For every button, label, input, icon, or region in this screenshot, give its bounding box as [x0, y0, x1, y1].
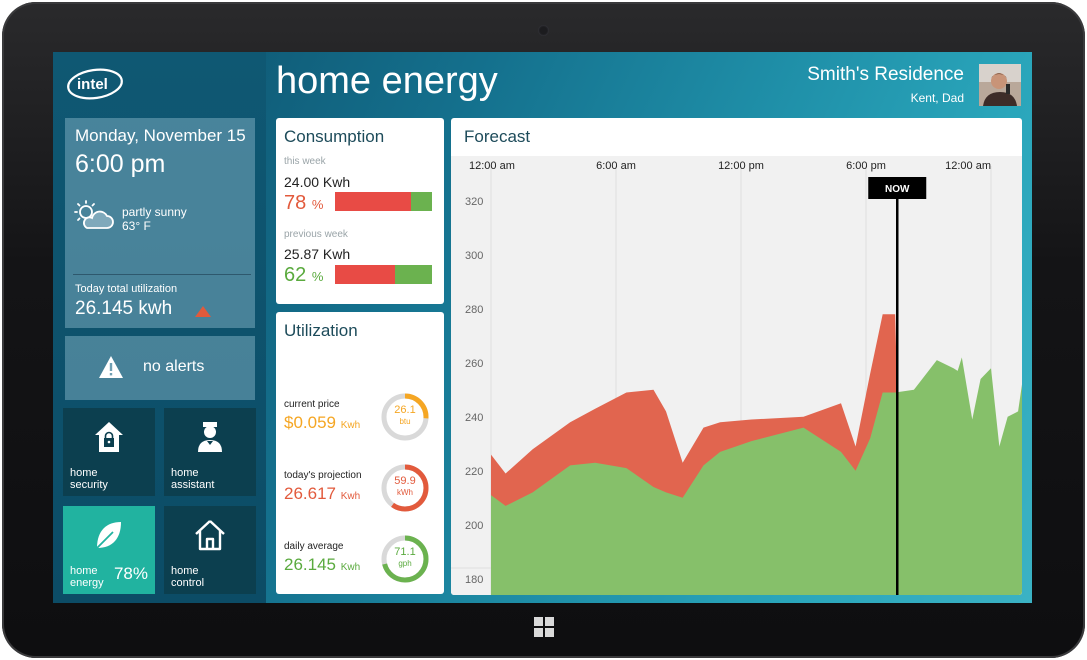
alerts-status: no alerts: [143, 358, 205, 375]
previous-week-label: previous week: [284, 229, 348, 240]
house-icon: [194, 518, 226, 552]
y-tick-label: 240: [465, 412, 483, 424]
this-week-value: 24.00 Kwh: [284, 174, 351, 190]
current-price-unit: Kwh: [340, 420, 361, 431]
projection-label: today's projection: [284, 470, 362, 481]
previous-week-progress-bar: [335, 265, 432, 284]
current-date: Monday, November 15: [75, 126, 246, 145]
projection-value: 26.617 Kwh: [284, 484, 360, 504]
avatar[interactable]: [979, 64, 1021, 106]
y-tick-label: 180: [465, 574, 483, 586]
divider: [73, 274, 251, 275]
y-tick-label: 300: [465, 250, 483, 262]
projection-gauge: 59.9 kWh: [380, 463, 430, 513]
y-tick-label: 320: [465, 196, 483, 208]
this-week-percent: 78 %: [284, 192, 323, 215]
previous-week-value: 25.87 Kwh: [284, 246, 351, 262]
weather-text: partly sunny 63° F: [122, 205, 187, 233]
x-tick-label: 6:00 pm: [846, 160, 886, 172]
daily-average-amount: 26.145: [284, 555, 336, 574]
y-tick-label: 220: [465, 466, 483, 478]
projection-gauge-value: 59.9: [394, 475, 416, 487]
intel-logo: intel: [65, 66, 125, 102]
x-tick-label: 6:00 am: [596, 160, 636, 172]
tile-home-assistant[interactable]: home assistant: [164, 408, 256, 496]
y-tick-label: 200: [465, 520, 483, 532]
consumption-card: Consumption this week 24.00 Kwh 78 % pre…: [276, 118, 444, 304]
leaf-icon: [93, 518, 125, 552]
tile-label: home security: [70, 467, 108, 491]
daily-average-label: daily average: [284, 541, 344, 552]
today-utilization-label: Today total utilization: [75, 283, 178, 295]
x-tick-label: 12:00 pm: [718, 160, 764, 172]
projection-gauge-unit: kWh: [397, 488, 413, 497]
tile-home-energy[interactable]: home energy 78%: [63, 506, 155, 594]
daily-average-gauge-value: 71.1: [394, 546, 416, 558]
projection-unit: Kwh: [340, 491, 361, 502]
brand-text: intel: [77, 76, 108, 93]
today-utilization-value: 26.145 kwh: [75, 298, 173, 319]
percent-sign: %: [311, 269, 324, 284]
camera-dot: [538, 25, 549, 36]
utilization-title: Utilization: [284, 321, 358, 340]
partly-sunny-icon: [71, 198, 115, 234]
y-tick-label: 280: [465, 304, 483, 316]
forecast-chart[interactable]: 12:00 am 6:00 am 12:00 pm 6:00 pm 12:00 am 32…: [451, 118, 1022, 595]
current-price-gauge: 26.1 btu: [380, 392, 430, 442]
tile-home-security[interactable]: home security: [63, 408, 155, 496]
house-lock-icon: [93, 420, 125, 454]
daily-average-gauge-unit: gph: [398, 559, 412, 568]
current-price-gauge-unit: btu: [399, 417, 411, 426]
current-price-gauge-value: 26.1: [394, 404, 416, 416]
current-price-label: current price: [284, 399, 340, 410]
current-time: 6:00 pm: [75, 150, 166, 178]
daily-average-unit: Kwh: [340, 562, 361, 573]
windows-home-button[interactable]: [534, 617, 554, 637]
now-label: NOW: [885, 184, 910, 195]
weather-temperature: 63° F: [122, 219, 151, 233]
sidebar: intel Monday, November 15 6:00 pm partly…: [53, 52, 266, 603]
y-tick-label: 260: [465, 358, 483, 370]
residence-name: Smith's Residence: [807, 64, 964, 85]
page-title: home energy: [276, 60, 498, 102]
tile-home-control[interactable]: home control: [164, 506, 256, 594]
warning-icon: [98, 355, 124, 379]
tile-label: home control: [171, 565, 205, 589]
previous-week-percent-number: 62: [284, 264, 307, 286]
this-week-progress-bar: [335, 192, 432, 211]
alerts-card[interactable]: no alerts: [65, 336, 255, 400]
tile-label: home assistant: [171, 467, 215, 491]
x-tick-label: 12:00 am: [945, 160, 991, 172]
this-week-percent-number: 78: [284, 192, 307, 214]
this-week-progress-fill: [335, 192, 411, 211]
x-tick-label: 12:00 am: [469, 160, 515, 172]
daily-average-gauge: 71.1 gph: [380, 534, 430, 584]
previous-week-progress-fill: [335, 265, 396, 284]
current-price-amount: $0.059: [284, 413, 336, 432]
percent-sign: %: [311, 197, 324, 212]
app-screen: intel Monday, November 15 6:00 pm partly…: [53, 52, 1032, 603]
energy-percent: 78%: [113, 564, 148, 583]
current-price-value: $0.059 Kwh: [284, 413, 360, 433]
trend-up-icon: [195, 306, 211, 317]
forecast-card: Forecast 12:00 am 6:00 am 12:00 pm 6:00 pm 1…: [451, 118, 1022, 595]
utilization-card: Utilization current price $0.059 Kwh 26.…: [276, 312, 444, 594]
previous-week-percent: 62 %: [284, 264, 323, 287]
this-week-label: this week: [284, 156, 326, 167]
daily-average-value: 26.145 Kwh: [284, 555, 360, 575]
weather-condition: partly sunny: [122, 205, 187, 219]
butler-icon: [194, 420, 226, 454]
projection-amount: 26.617: [284, 484, 336, 503]
date-weather-card: Monday, November 15 6:00 pm partly sunny…: [65, 118, 255, 328]
consumption-title: Consumption: [284, 127, 385, 146]
residence-members: Kent, Dad: [910, 91, 964, 105]
